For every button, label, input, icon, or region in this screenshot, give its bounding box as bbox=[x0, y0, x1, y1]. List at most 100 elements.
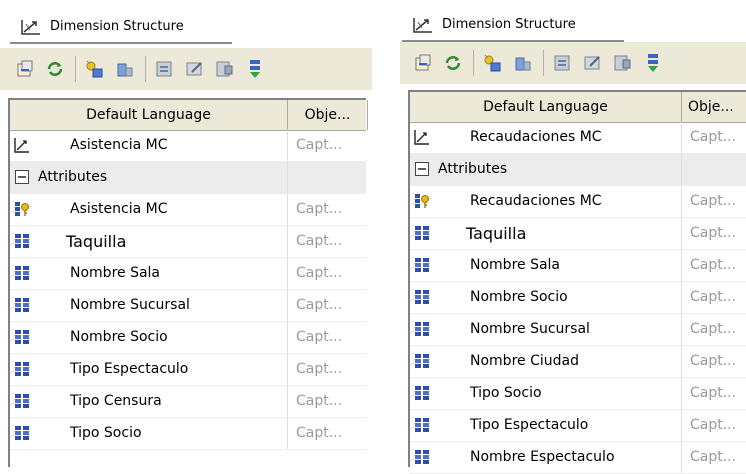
new-attribute-icon[interactable] bbox=[84, 58, 106, 80]
dimension-row[interactable]: Asistencia MC Capt... bbox=[10, 130, 366, 162]
attribute-icon bbox=[415, 290, 429, 304]
move-down-icon[interactable] bbox=[244, 58, 266, 80]
row-label: Attributes bbox=[438, 161, 508, 177]
toolbar-separator bbox=[145, 56, 146, 82]
attribute-row[interactable]: Nombre Espectaculo Capt... bbox=[410, 442, 746, 474]
attribute-row[interactable]: Nombre Sucursal Capt... bbox=[410, 314, 746, 346]
header-default-language[interactable]: Default Language bbox=[10, 100, 288, 130]
attribute-icon bbox=[15, 394, 29, 408]
object-cell: Capt... bbox=[296, 425, 343, 441]
attribute-row[interactable]: Tipo Censura Capt... bbox=[10, 386, 366, 418]
header-default-language[interactable]: Default Language bbox=[410, 92, 682, 122]
toolbar-separator bbox=[473, 50, 474, 76]
object-cell: Capt... bbox=[296, 201, 343, 217]
attribute-icon bbox=[415, 450, 429, 464]
name-cell: Tipo Censura bbox=[10, 386, 288, 417]
structure-grid: Default Language Obje... Asistencia MC Ca… bbox=[8, 98, 368, 467]
object-cell: Capt... bbox=[690, 385, 737, 401]
dimension-structure-icon bbox=[413, 18, 432, 33]
object-cell: Capt... bbox=[690, 225, 737, 241]
object-cell: Capt... bbox=[690, 449, 737, 465]
name-cell: Nombre Socio bbox=[10, 322, 288, 353]
group-row-attributes[interactable]: Attributes bbox=[10, 162, 366, 194]
name-cell: Tipo Espectaculo bbox=[10, 354, 288, 385]
row-label: Nombre Espectaculo bbox=[470, 449, 615, 465]
attribute-row[interactable]: Asistencia MC Capt... bbox=[10, 194, 366, 226]
tab-dimension-structure[interactable]: Dimension Structure bbox=[10, 8, 232, 44]
attribute-icon bbox=[415, 322, 429, 336]
dimension-row[interactable]: Recaudaciones MC Capt... bbox=[410, 122, 746, 154]
attribute-row[interactable]: Tipo Socio Capt... bbox=[10, 418, 366, 450]
attribute-row[interactable]: Nombre Socio Capt... bbox=[410, 282, 746, 314]
name-cell: Tipo Espectaculo bbox=[410, 410, 682, 441]
hierarchy-icon[interactable] bbox=[114, 58, 136, 80]
attribute-row[interactable]: Nombre Socio Capt... bbox=[10, 322, 366, 354]
row-label: Recaudaciones MC bbox=[470, 129, 602, 145]
object-cell: Capt... bbox=[296, 393, 343, 409]
tab-dimension-structure[interactable]: Dimension Structure bbox=[402, 6, 624, 42]
process-icon[interactable] bbox=[14, 58, 36, 80]
properties-icon[interactable] bbox=[552, 52, 574, 74]
attribute-row[interactable]: Tipo Socio Capt... bbox=[410, 378, 746, 410]
attribute-icon bbox=[15, 330, 29, 344]
key-attribute-icon bbox=[15, 202, 29, 216]
dimension-structure-icon bbox=[21, 20, 40, 35]
toolbar-separator bbox=[543, 50, 544, 76]
attribute-row[interactable]: Recaudaciones MC Capt... bbox=[410, 186, 746, 218]
attribute-icon bbox=[15, 234, 29, 248]
refresh-icon[interactable] bbox=[44, 58, 66, 80]
toolbar bbox=[0, 48, 372, 90]
object-cell: Capt... bbox=[296, 233, 343, 249]
attribute-row[interactable]: Nombre Ciudad Capt... bbox=[410, 346, 746, 378]
name-cell: Recaudaciones MC bbox=[410, 186, 682, 217]
edit-icon[interactable] bbox=[184, 58, 206, 80]
attribute-row[interactable]: Nombre Sala Capt... bbox=[410, 250, 746, 282]
collapse-icon[interactable] bbox=[414, 161, 430, 177]
header-object[interactable]: Obje... bbox=[682, 92, 746, 122]
row-label: Tipo Espectaculo bbox=[70, 361, 189, 377]
object-cell: Capt... bbox=[690, 353, 737, 369]
attribute-row[interactable]: Taquilla Capt... bbox=[10, 226, 366, 258]
header-object[interactable]: Obje... bbox=[288, 100, 368, 130]
attribute-icon bbox=[415, 354, 429, 368]
row-label: Tipo Socio bbox=[470, 385, 542, 401]
row-label: Tipo Censura bbox=[70, 393, 162, 409]
browse-icon[interactable] bbox=[214, 58, 236, 80]
attribute-row[interactable]: Nombre Sala Capt... bbox=[10, 258, 366, 290]
process-icon[interactable] bbox=[412, 52, 434, 74]
grid-header: Default Language Obje... bbox=[410, 92, 746, 123]
tab-strip: Dimension Structure bbox=[400, 0, 746, 44]
new-attribute-icon[interactable] bbox=[482, 52, 504, 74]
attribute-row[interactable]: Tipo Espectaculo Capt... bbox=[410, 410, 746, 442]
row-label: Nombre Sala bbox=[470, 257, 561, 273]
row-label: Tipo Socio bbox=[70, 425, 142, 441]
dimension-structure-panel-right: Dimension Structure Default Language Obj… bbox=[400, 0, 746, 474]
move-down-icon[interactable] bbox=[642, 52, 664, 74]
group-row-attributes[interactable]: Attributes bbox=[410, 154, 746, 186]
attribute-row[interactable]: Nombre Sucursal Capt... bbox=[10, 290, 366, 322]
object-cell: Capt... bbox=[296, 361, 343, 377]
refresh-icon[interactable] bbox=[442, 52, 464, 74]
hierarchy-icon[interactable] bbox=[512, 52, 534, 74]
row-label: Asistencia MC bbox=[70, 137, 168, 153]
attribute-row[interactable]: Taquilla Capt... bbox=[410, 218, 746, 250]
name-cell: Nombre Ciudad bbox=[410, 346, 682, 377]
edit-icon[interactable] bbox=[582, 52, 604, 74]
name-cell: Taquilla bbox=[10, 226, 288, 257]
object-cell: Capt... bbox=[690, 257, 737, 273]
object-cell: Capt... bbox=[296, 265, 343, 281]
attribute-row[interactable]: Tipo Espectaculo Capt... bbox=[10, 354, 366, 386]
row-label: Nombre Ciudad bbox=[470, 353, 579, 369]
tab-label: Dimension Structure bbox=[442, 17, 576, 32]
browse-icon[interactable] bbox=[612, 52, 634, 74]
name-cell: Nombre Socio bbox=[410, 282, 682, 313]
dimension-icon bbox=[14, 138, 29, 153]
dimension-structure-panel-left: Dimension Structure Default Language Obj… bbox=[0, 0, 372, 467]
properties-icon[interactable] bbox=[154, 58, 176, 80]
tab-strip: Dimension Structure bbox=[0, 0, 372, 44]
row-label: Recaudaciones MC bbox=[470, 193, 602, 209]
name-cell: Nombre Sucursal bbox=[10, 290, 288, 321]
row-label: Nombre Sala bbox=[70, 265, 161, 281]
collapse-icon[interactable] bbox=[14, 169, 30, 185]
name-cell: Attributes bbox=[410, 154, 682, 185]
